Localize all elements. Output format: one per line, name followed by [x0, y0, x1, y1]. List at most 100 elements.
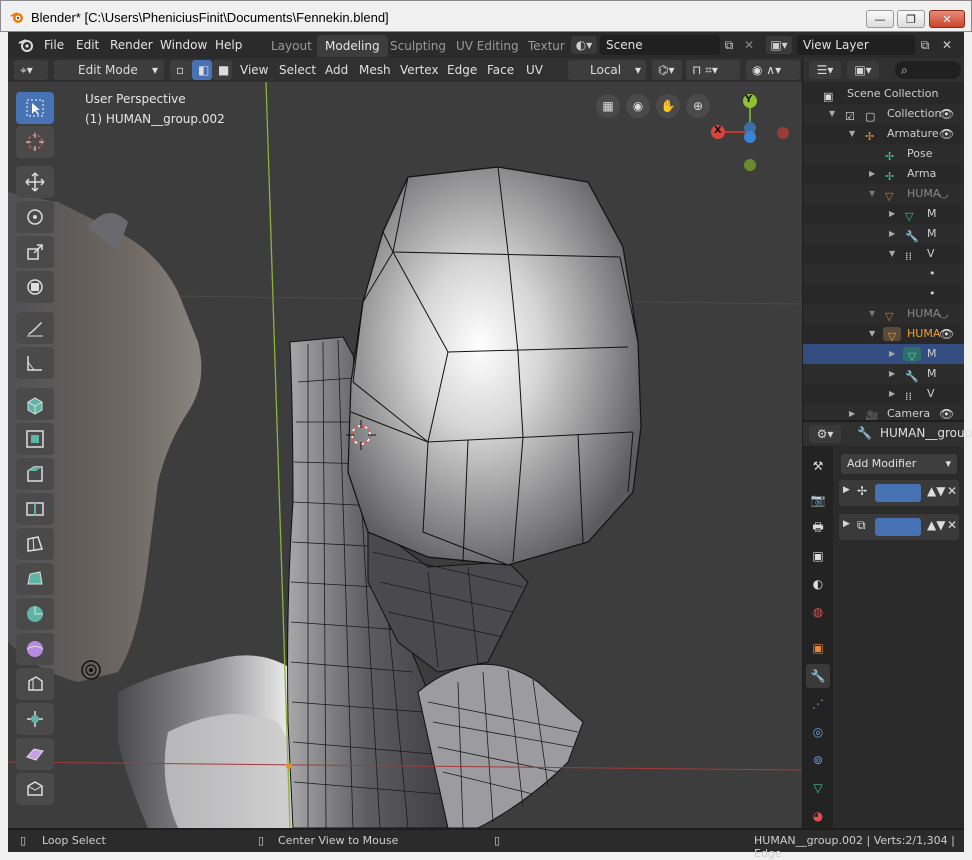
tool-rotate[interactable]	[16, 201, 54, 233]
view-layer-field[interactable]: View Layer	[797, 35, 915, 55]
expand-arrow-icon[interactable]: ▶	[843, 519, 850, 529]
move-modifier-icon[interactable]: ▲▼	[927, 518, 945, 532]
menu-edge[interactable]: Edge	[447, 61, 477, 79]
tab-render-icon[interactable]: 📷	[806, 488, 830, 512]
tool-inset[interactable]	[16, 423, 54, 455]
outliner-row-collection[interactable]: ▼ ☑ ▢ Collection 👁	[803, 104, 964, 124]
3d-viewport[interactable]: User Perspective (1) HUMAN__group.002 ▦ …	[8, 82, 802, 828]
add-modifier-dropdown[interactable]: Add Modifier ▾	[841, 454, 957, 474]
tab-scene-icon[interactable]: ◐	[806, 572, 830, 596]
menu-file[interactable]: File	[44, 36, 64, 54]
tab-object-icon[interactable]: ▣	[806, 636, 830, 660]
tab-layout[interactable]: Layout	[263, 35, 320, 57]
vertex-select-mode-icon[interactable]: ▫	[170, 60, 192, 80]
tool-bevel[interactable]	[16, 458, 54, 490]
pan-view-icon[interactable]: ✋	[656, 94, 680, 118]
tab-tool-icon[interactable]: ⚒	[806, 454, 830, 478]
outliner-row-armature-data[interactable]: ▶ ✢ Arma	[803, 164, 964, 184]
scene-selector-icon[interactable]: ◐▾	[571, 36, 597, 54]
menu-help[interactable]: Help	[215, 36, 242, 54]
face-select-mode-icon[interactable]: ■	[212, 60, 232, 80]
outliner-search-input[interactable]: ⌕	[895, 61, 961, 79]
outliner-row-group-b[interactable]: •	[803, 284, 964, 304]
tool-select-box[interactable]	[16, 92, 54, 124]
outliner-row-human-2[interactable]: ▼ ▽ HUMA ◡	[803, 304, 964, 324]
outliner-row-modifier-1[interactable]: ▶ 🔧 M	[803, 224, 964, 244]
tab-constraints-icon[interactable]: ⊚	[806, 748, 830, 772]
tool-spin[interactable]	[16, 598, 54, 630]
remove-modifier-icon[interactable]: ✕	[947, 518, 957, 532]
menu-vertex[interactable]: Vertex	[400, 61, 439, 79]
tool-move[interactable]	[16, 166, 54, 198]
maximize-button[interactable]: ❐	[897, 10, 925, 28]
mode-selector[interactable]: Edit Mode ▾	[54, 60, 164, 80]
tool-measure[interactable]	[16, 347, 54, 379]
tab-view-layer-icon[interactable]: ▣	[806, 544, 830, 568]
snap-icon[interactable]: ⊓ ⌗▾	[686, 60, 740, 80]
outliner-row-armature[interactable]: ▼ ✢ Armature 👁	[803, 124, 964, 144]
close-button[interactable]: ✕	[929, 10, 965, 28]
menu-view[interactable]: View	[240, 61, 268, 79]
tab-physics-icon[interactable]: ◎	[806, 720, 830, 744]
move-modifier-icon[interactable]: ▲▼	[927, 484, 945, 498]
tab-particles-icon[interactable]: ⋰	[806, 692, 830, 716]
outliner-row-human-1[interactable]: ▼ ▽ HUMA ◡	[803, 184, 964, 204]
visibility-eye-icon[interactable]: 👁	[939, 104, 954, 124]
scene-name-field[interactable]: Scene	[600, 35, 720, 55]
outliner-row-group-a[interactable]: •	[803, 264, 964, 284]
outliner-row-camera[interactable]: ▶ 🎥 Camera 👁	[803, 404, 964, 420]
visibility-eye-icon[interactable]: 👁	[939, 324, 954, 344]
outliner-row-vertex-groups-2[interactable]: ▶ ⁞⁞ V	[803, 384, 964, 404]
outliner-row-mesh-1[interactable]: ▶ ▽ M	[803, 204, 964, 224]
modifier-second-panel[interactable]: ▶ ⧉ ▲▼ ✕	[839, 514, 959, 540]
tab-material-icon[interactable]: ◕	[806, 804, 830, 828]
visibility-eye-icon[interactable]: 👁	[939, 124, 954, 144]
tab-sculpting[interactable]: Sculpting	[382, 35, 454, 57]
tool-edge-slide[interactable]	[16, 668, 54, 700]
menu-render[interactable]: Render	[110, 36, 153, 54]
tab-modeling[interactable]: Modeling	[317, 35, 388, 57]
menu-edit[interactable]: Edit	[76, 36, 99, 54]
tab-output-icon[interactable]: 🖶	[806, 516, 830, 540]
tool-cursor[interactable]	[16, 126, 54, 158]
tab-modifiers-icon[interactable]: 🔧	[806, 664, 830, 688]
delete-view-layer-icon[interactable]: ✕	[938, 36, 956, 54]
blender-logo-icon[interactable]	[18, 38, 34, 52]
menu-window[interactable]: Window	[160, 36, 207, 54]
tool-smooth[interactable]	[16, 633, 54, 665]
transform-orientation-selector[interactable]: Local ▾	[568, 60, 646, 80]
view-layer-selector-icon[interactable]: ▣▾	[766, 36, 792, 54]
new-view-layer-icon[interactable]: ⧉	[916, 36, 934, 54]
visibility-eye-icon[interactable]: 👁	[939, 404, 954, 420]
remove-modifier-icon[interactable]: ✕	[947, 484, 957, 498]
properties-editor-type-icon[interactable]: ⚙▾	[809, 425, 841, 443]
edge-select-mode-icon[interactable]: ◧	[192, 60, 212, 80]
outliner-editor-type-icon[interactable]: ☰▾	[809, 61, 841, 79]
tool-annotate[interactable]	[16, 312, 54, 344]
pivot-point-icon[interactable]: ⌬▾	[652, 60, 682, 80]
tool-transform[interactable]	[16, 271, 54, 303]
outliner-row-mesh-active[interactable]: ▶ ▽ M	[803, 344, 964, 364]
outliner-row-scene-collection[interactable]: ▣ Scene Collection	[803, 84, 964, 104]
outliner-row-modifier-2[interactable]: ▶ 🔧 M	[803, 364, 964, 384]
outliner-row-human-active[interactable]: ▼ ▽ HUMA 👁	[803, 324, 964, 344]
toggle-perspective-icon[interactable]: ▦	[596, 94, 620, 118]
minimize-button[interactable]: —	[866, 10, 894, 28]
menu-select[interactable]: Select	[279, 61, 316, 79]
tab-data-icon[interactable]: ▽	[806, 776, 830, 800]
tool-shrink-fatten[interactable]	[16, 703, 54, 735]
tool-rip-region[interactable]	[16, 773, 54, 805]
menu-uv[interactable]: UV	[526, 61, 543, 79]
tool-extrude[interactable]	[16, 388, 54, 420]
tab-world-icon[interactable]: ◍	[806, 600, 830, 624]
menu-add[interactable]: Add	[325, 61, 348, 79]
zoom-view-icon[interactable]: ⊕	[686, 94, 710, 118]
editor-type-button[interactable]: ⌖▾	[14, 60, 48, 80]
menu-mesh[interactable]: Mesh	[359, 61, 391, 79]
modifier-visibility-toggles[interactable]	[875, 518, 921, 536]
camera-view-icon[interactable]: ◉	[626, 94, 650, 118]
tool-loop-cut[interactable]	[16, 493, 54, 525]
display-mode-icon[interactable]: ▣▾	[847, 61, 879, 79]
tool-poly-build[interactable]	[16, 563, 54, 595]
tab-uv-editing[interactable]: UV Editing	[448, 35, 527, 57]
